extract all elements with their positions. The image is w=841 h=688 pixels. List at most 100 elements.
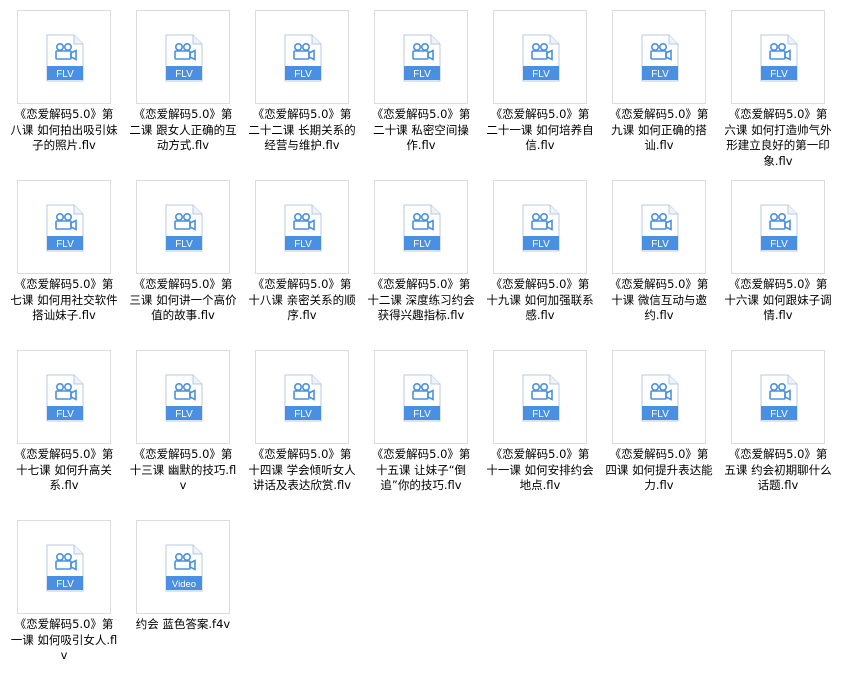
film-camera-icon: FLV bbox=[760, 34, 798, 82]
file-thumbnail[interactable]: FLV bbox=[731, 10, 825, 104]
file-thumbnail[interactable]: FLV bbox=[17, 10, 111, 104]
file-item[interactable]: Video 约会 蓝色答案.f4v bbox=[129, 520, 246, 688]
file-thumbnail[interactable]: FLV bbox=[612, 10, 706, 104]
file-item[interactable]: FLV 《恋爱解码5.0》第九课 如何正确的搭讪.flv bbox=[605, 10, 722, 178]
file-thumbnail[interactable]: FLV bbox=[255, 350, 349, 444]
file-thumbnail[interactable]: FLV bbox=[493, 350, 587, 444]
file-thumbnail[interactable]: FLV bbox=[255, 10, 349, 104]
file-type-badge: FLV bbox=[175, 409, 193, 420]
film-camera-icon: FLV bbox=[284, 374, 322, 422]
file-type-badge: Video bbox=[172, 579, 196, 590]
file-item[interactable]: FLV 《恋爱解码5.0》第八课 如何拍出吸引妹子的照片.flv bbox=[10, 10, 127, 178]
file-type-badge: FLV bbox=[532, 239, 550, 250]
file-item[interactable]: FLV 《恋爱解码5.0》第一课 如何吸引女人.flv bbox=[10, 520, 127, 688]
film-camera-icon: FLV bbox=[284, 34, 322, 82]
film-camera-icon: FLV bbox=[522, 374, 560, 422]
film-camera-icon: FLV bbox=[165, 34, 203, 82]
file-item[interactable]: FLV 《恋爱解码5.0》第三课 如何讲一个高价值的故事.flv bbox=[129, 180, 246, 348]
film-camera-icon: FLV bbox=[760, 204, 798, 252]
file-thumbnail[interactable]: FLV bbox=[731, 350, 825, 444]
file-name-label: 《恋爱解码5.0》第十课 微信互动与邀约.flv bbox=[609, 277, 709, 322]
file-name-label: 《恋爱解码5.0》第十七课 如何升高关系.flv bbox=[14, 447, 114, 492]
file-type-badge: FLV bbox=[770, 239, 788, 250]
file-name-label: 《恋爱解码5.0》第十二课 深度练习约会 获得兴趣指标.flv bbox=[367, 277, 475, 322]
file-name-label: 《恋爱解码5.0》第四课 如何提升表达能力.flv bbox=[605, 447, 713, 492]
file-name-label: 《恋爱解码5.0》第十一课 如何安排约会地点.flv bbox=[486, 447, 594, 492]
file-thumbnail[interactable]: FLV bbox=[136, 180, 230, 274]
file-item[interactable]: FLV 《恋爱解码5.0》第二课 跟女人正确的互动方式.flv bbox=[129, 10, 246, 178]
file-type-badge: FLV bbox=[532, 69, 550, 80]
file-type-badge: FLV bbox=[175, 69, 193, 80]
file-name-label: 《恋爱解码5.0》第十九课 如何加强联系感.flv bbox=[486, 277, 594, 322]
file-name-label: 《恋爱解码5.0》第一课 如何吸引女人.flv bbox=[10, 617, 118, 662]
file-thumbnail[interactable]: FLV bbox=[136, 10, 230, 104]
film-camera-icon: FLV bbox=[46, 34, 84, 82]
file-thumbnail[interactable]: Video bbox=[136, 520, 230, 614]
file-thumbnail[interactable]: FLV bbox=[136, 350, 230, 444]
file-type-badge: FLV bbox=[56, 69, 74, 80]
film-camera-icon: FLV bbox=[403, 374, 441, 422]
file-item[interactable]: FLV 《恋爱解码5.0》第六课 如何打造帅气外形建立良好的第一印象.flv bbox=[724, 10, 841, 178]
file-item[interactable]: FLV 《恋爱解码5.0》第四课 如何提升表达能力.flv bbox=[605, 350, 722, 518]
file-thumbnail[interactable]: FLV bbox=[374, 180, 468, 274]
file-type-badge: FLV bbox=[175, 239, 193, 250]
film-camera-icon: FLV bbox=[165, 204, 203, 252]
file-type-badge: FLV bbox=[56, 239, 74, 250]
file-thumbnail[interactable]: FLV bbox=[17, 180, 111, 274]
file-item[interactable]: FLV 《恋爱解码5.0》第五课 约会初期聊什么话题.flv bbox=[724, 350, 841, 518]
file-item[interactable]: FLV 《恋爱解码5.0》第七课 如何用社交软件搭讪妹子.flv bbox=[10, 180, 127, 348]
file-type-badge: FLV bbox=[56, 409, 74, 420]
film-camera-icon: FLV bbox=[46, 204, 84, 252]
file-type-badge: FLV bbox=[413, 239, 431, 250]
file-name-label: 《恋爱解码5.0》第十三课 幽默的技巧.flv bbox=[129, 447, 237, 492]
file-thumbnail[interactable]: FLV bbox=[493, 10, 587, 104]
file-name-label: 《恋爱解码5.0》第十五课 让妹子“倒追”你的技巧.flv bbox=[371, 447, 471, 492]
file-type-badge: FLV bbox=[294, 69, 312, 80]
file-item[interactable]: FLV 《恋爱解码5.0》第十三课 幽默的技巧.flv bbox=[129, 350, 246, 518]
film-camera-icon: FLV bbox=[403, 34, 441, 82]
file-item[interactable]: FLV 《恋爱解码5.0》第十六课 如何跟妹子调情.flv bbox=[724, 180, 841, 348]
file-thumbnail[interactable]: FLV bbox=[374, 350, 468, 444]
film-camera-icon: Video bbox=[165, 544, 203, 592]
file-item[interactable]: FLV 《恋爱解码5.0》第二十一课 如何培养自信.flv bbox=[486, 10, 603, 178]
file-item[interactable]: FLV 《恋爱解码5.0》第十七课 如何升高关系.flv bbox=[10, 350, 127, 518]
file-thumbnail[interactable]: FLV bbox=[493, 180, 587, 274]
file-name-label: 《恋爱解码5.0》第九课 如何正确的搭讪.flv bbox=[609, 107, 709, 152]
file-item[interactable]: FLV 《恋爱解码5.0》第十九课 如何加强联系感.flv bbox=[486, 180, 603, 348]
film-camera-icon: FLV bbox=[641, 374, 679, 422]
file-item[interactable]: FLV 《恋爱解码5.0》第二十课 私密空间操作.flv bbox=[367, 10, 484, 178]
file-type-badge: FLV bbox=[651, 409, 669, 420]
file-name-label: 《恋爱解码5.0》第十四课 学会倾听女人讲话及表达欣赏.flv bbox=[248, 447, 356, 492]
file-item[interactable]: FLV 《恋爱解码5.0》第十五课 让妹子“倒追”你的技巧.flv bbox=[367, 350, 484, 518]
file-thumbnail[interactable]: FLV bbox=[255, 180, 349, 274]
film-camera-icon: FLV bbox=[522, 204, 560, 252]
file-type-badge: FLV bbox=[770, 409, 788, 420]
film-camera-icon: FLV bbox=[46, 544, 84, 592]
file-type-badge: FLV bbox=[294, 409, 312, 420]
file-thumbnail[interactable]: FLV bbox=[374, 10, 468, 104]
file-type-badge: FLV bbox=[294, 239, 312, 250]
file-thumbnail[interactable]: FLV bbox=[731, 180, 825, 274]
file-thumbnail[interactable]: FLV bbox=[612, 180, 706, 274]
file-thumbnail[interactable]: FLV bbox=[17, 350, 111, 444]
file-type-badge: FLV bbox=[413, 409, 431, 420]
file-item[interactable]: FLV 《恋爱解码5.0》第十二课 深度练习约会 获得兴趣指标.flv bbox=[367, 180, 484, 348]
file-name-label: 《恋爱解码5.0》第二十二课 长期关系的经营与维护.flv bbox=[248, 107, 356, 152]
file-name-label: 《恋爱解码5.0》第八课 如何拍出吸引妹子的照片.flv bbox=[10, 107, 118, 152]
file-thumbnail[interactable]: FLV bbox=[17, 520, 111, 614]
film-camera-icon: FLV bbox=[165, 374, 203, 422]
file-type-badge: FLV bbox=[413, 69, 431, 80]
file-item[interactable]: FLV 《恋爱解码5.0》第十八课 亲密关系的顺序.flv bbox=[248, 180, 365, 348]
file-item[interactable]: FLV 《恋爱解码5.0》第二十二课 长期关系的经营与维护.flv bbox=[248, 10, 365, 178]
film-camera-icon: FLV bbox=[403, 204, 441, 252]
film-camera-icon: FLV bbox=[641, 204, 679, 252]
film-camera-icon: FLV bbox=[522, 34, 560, 82]
file-name-label: 《恋爱解码5.0》第十八课 亲密关系的顺序.flv bbox=[248, 277, 356, 322]
file-thumbnail[interactable]: FLV bbox=[612, 350, 706, 444]
file-item[interactable]: FLV 《恋爱解码5.0》第十一课 如何安排约会地点.flv bbox=[486, 350, 603, 518]
file-item[interactable]: FLV 《恋爱解码5.0》第十课 微信互动与邀约.flv bbox=[605, 180, 722, 348]
file-name-label: 《恋爱解码5.0》第六课 如何打造帅气外形建立良好的第一印象.flv bbox=[724, 107, 832, 168]
file-name-label: 《恋爱解码5.0》第三课 如何讲一个高价值的故事.flv bbox=[129, 277, 237, 322]
file-name-label: 《恋爱解码5.0》第二课 跟女人正确的互动方式.flv bbox=[129, 107, 237, 152]
file-item[interactable]: FLV 《恋爱解码5.0》第十四课 学会倾听女人讲话及表达欣赏.flv bbox=[248, 350, 365, 518]
